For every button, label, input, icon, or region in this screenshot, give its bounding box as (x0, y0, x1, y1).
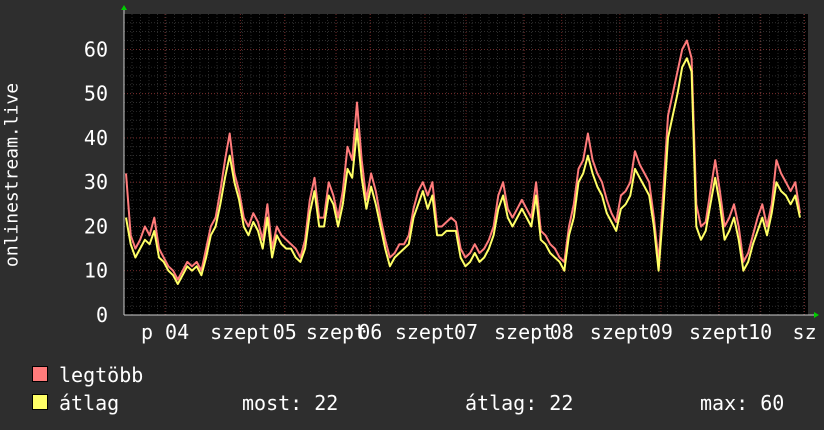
x-tick-label: p 04 (141, 320, 189, 344)
y-tick-label: 0 (96, 303, 108, 327)
legend-label-avg: átlag (59, 391, 120, 415)
y-tick-label: 50 (84, 82, 108, 106)
y-tick-label: 40 (84, 126, 108, 150)
legend-swatch-avg (32, 394, 48, 410)
x-tick-label: szept (590, 320, 650, 344)
x-tick-label: szept (494, 320, 554, 344)
y-tick-label: 10 (84, 259, 108, 283)
stat-now: most: 22 (242, 391, 339, 415)
x-tick-label: 09 (649, 320, 673, 344)
stat-avg: átlag: 22 (465, 391, 574, 415)
x-tick-label: szept (395, 320, 455, 344)
y-axis-arrow-icon (121, 5, 127, 10)
x-tick-label: sz (793, 320, 817, 344)
x-tick-label: szept (306, 320, 366, 344)
legend-label-max: legtöbb (59, 363, 144, 387)
x-tick-label: 05 (273, 320, 297, 344)
x-tick-label: 08 (550, 320, 574, 344)
x-tick-label: szept (689, 320, 749, 344)
x-axis-arrow-icon (814, 312, 819, 318)
legend-swatch-max (32, 366, 48, 382)
line-chart: 0102030405060p 04 szept 05 szept06 szept07 sz… (84, 5, 819, 344)
x-tick-label: 06 (358, 320, 382, 344)
x-tick-label: 07 (454, 320, 478, 344)
stat-max: max: 60 (700, 391, 785, 415)
x-tick-label: 10 (748, 320, 772, 344)
y-tick-label: 20 (84, 214, 108, 238)
y-tick-label: 60 (84, 37, 108, 61)
x-tick-label: szept (210, 320, 270, 344)
y-tick-label: 30 (84, 170, 108, 194)
